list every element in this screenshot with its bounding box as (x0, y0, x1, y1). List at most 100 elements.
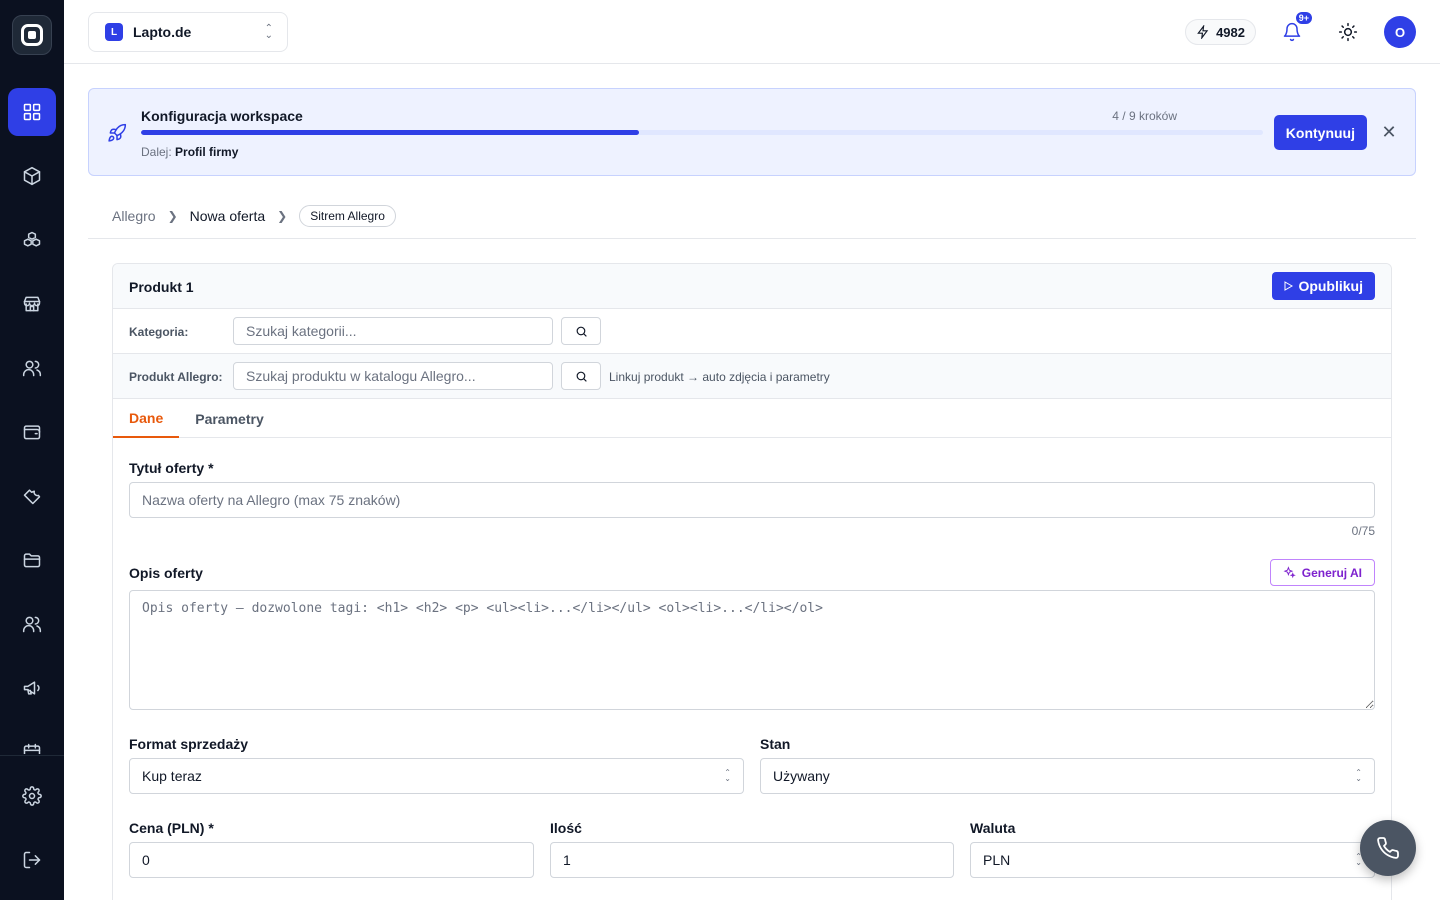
offer-title-counter: 0/75 (1351, 524, 1375, 538)
calendar-icon (23, 743, 41, 754)
wrench-icon (23, 489, 41, 505)
condition-select[interactable]: Używany ⌃ ⌄ (760, 758, 1375, 794)
sidebar-item-marketing[interactable] (8, 664, 56, 712)
price-input[interactable] (129, 842, 534, 878)
search-icon (576, 326, 587, 337)
sidebar-item-wallet[interactable] (8, 408, 56, 456)
next-step: Profil firmy (175, 145, 239, 159)
currency-select[interactable]: PLN ⌃ ⌄ (970, 842, 1375, 878)
users-icon (22, 616, 42, 633)
breadcrumb-item-allegro[interactable]: Allegro (112, 208, 156, 224)
category-row: Kategoria: (113, 309, 1391, 354)
quantity-input[interactable] (550, 842, 954, 878)
theme-toggle[interactable] (1334, 18, 1362, 46)
sidebar-item-logout[interactable] (8, 836, 56, 884)
sidebar-item-customers[interactable] (8, 344, 56, 392)
offer-title-input[interactable] (129, 482, 1375, 518)
sparkles-icon (1283, 566, 1296, 579)
chevron-up-down-icon: ⌃ ⌄ (1355, 768, 1362, 783)
phone-icon (1377, 837, 1399, 859)
sale-format-value: Kup teraz (142, 768, 202, 784)
allegro-product-search-button[interactable] (561, 362, 601, 390)
sidebar-item-bundles[interactable] (8, 216, 56, 264)
generate-ai-button[interactable]: Generuj AI (1269, 559, 1375, 586)
store-icon (23, 296, 41, 312)
play-icon (1284, 281, 1294, 291)
continue-button[interactable]: Kontynuuj (1273, 115, 1367, 150)
card-tabs: Dane Parametry (113, 399, 1391, 438)
next-label: Dalej: (141, 145, 172, 159)
search-icon (576, 371, 587, 382)
wallet-icon (23, 425, 41, 440)
folder-icon (23, 553, 41, 568)
tab-dane[interactable]: Dane (113, 399, 180, 438)
sidebar-item-more[interactable] (8, 728, 56, 754)
notifications-badge: 9+ (1293, 10, 1314, 26)
credits-badge[interactable]: 4982 (1185, 19, 1256, 45)
top-bar: L Lapto.de ⌃ ⌄ 4982 9+ O (64, 0, 1440, 64)
sidebar-divider (0, 755, 64, 756)
offer-title-label: Tytuł oferty * (129, 460, 214, 476)
sidebar-item-tools[interactable] (8, 472, 56, 520)
banner-steps: 4 / 9 kroków (1112, 109, 1177, 123)
banner-title: Konfiguracja workspace (141, 108, 303, 124)
currency-label: Waluta (970, 820, 1016, 836)
banner-next-step: Dalej: Profil firmy (141, 145, 238, 159)
card-header: Produkt 1 Opublikuj (113, 264, 1391, 309)
progress-fill (141, 130, 640, 135)
sale-format-label: Format sprzedaży (129, 736, 249, 752)
package-icon (23, 166, 41, 186)
sidebar-item-dashboard[interactable] (8, 88, 56, 136)
gear-icon (22, 786, 42, 806)
breadcrumb-item-new-offer[interactable]: Nowa oferta (190, 208, 265, 224)
rocket-icon (107, 123, 127, 143)
grid-icon (23, 103, 41, 121)
sidebar-item-store[interactable] (8, 280, 56, 328)
publish-label: Opublikuj (1298, 278, 1363, 294)
boxes-icon (23, 231, 41, 247)
condition-value: Używany (773, 768, 830, 784)
quantity-label: Ilość (550, 820, 582, 836)
sale-format-select[interactable]: Kup teraz ⌃ ⌄ (129, 758, 744, 794)
sidebar-item-files[interactable] (8, 536, 56, 584)
close-icon[interactable]: ✕ (1379, 122, 1399, 142)
category-label: Kategoria: (129, 325, 189, 339)
condition-label: Stan (760, 736, 791, 752)
allegro-product-hint: Linkuj produkt → auto zdjęcia i parametr… (609, 370, 830, 384)
product-card: Produkt 1 Opublikuj Kategoria: Produkt A… (112, 263, 1392, 900)
breadcrumb-divider (88, 238, 1416, 239)
currency-value: PLN (983, 852, 1011, 868)
credits-count: 4982 (1216, 24, 1245, 40)
allegro-product-label: Produkt Allegro: (129, 370, 223, 384)
notifications-button[interactable]: 9+ (1278, 10, 1314, 46)
description-textarea[interactable] (129, 590, 1375, 710)
logout-icon (23, 851, 41, 869)
setup-banner: Konfiguracja workspace 4 / 9 kroków Dale… (88, 88, 1416, 176)
generate-ai-label: Generuj AI (1301, 565, 1362, 580)
sidebar (0, 0, 64, 900)
card-title: Produkt 1 (129, 279, 194, 295)
sidebar-item-team[interactable] (8, 600, 56, 648)
description-label: Opis oferty (129, 565, 203, 581)
sidebar-item-settings[interactable] (8, 772, 56, 820)
breadcrumb-account-pill[interactable]: Sitrem Allegro (299, 205, 396, 227)
category-search-input[interactable] (233, 317, 553, 345)
chevron-right-icon: ❯ (167, 209, 178, 223)
allegro-product-row: Produkt Allegro: Linkuj produkt → auto z… (113, 354, 1391, 399)
chevron-right-icon: ❯ (277, 209, 288, 223)
publish-button[interactable]: Opublikuj (1272, 272, 1375, 300)
workspace-name: Lapto.de (133, 24, 192, 40)
allegro-product-search-input[interactable] (233, 362, 553, 390)
call-support-button[interactable] (1360, 820, 1416, 876)
avatar[interactable]: O (1384, 16, 1416, 48)
app-logo[interactable] (12, 15, 52, 55)
sidebar-item-products[interactable] (8, 152, 56, 200)
workspace-select[interactable]: L Lapto.de ⌃ ⌄ (88, 12, 288, 52)
lightning-icon (1197, 25, 1209, 39)
megaphone-icon (23, 681, 40, 695)
setup-progress-bar (141, 130, 1263, 135)
tab-parametry[interactable]: Parametry (179, 399, 280, 438)
category-search-button[interactable] (561, 317, 601, 345)
workspace-badge: L (105, 23, 123, 41)
chevron-up-down-icon: ⌃ ⌄ (264, 23, 273, 41)
